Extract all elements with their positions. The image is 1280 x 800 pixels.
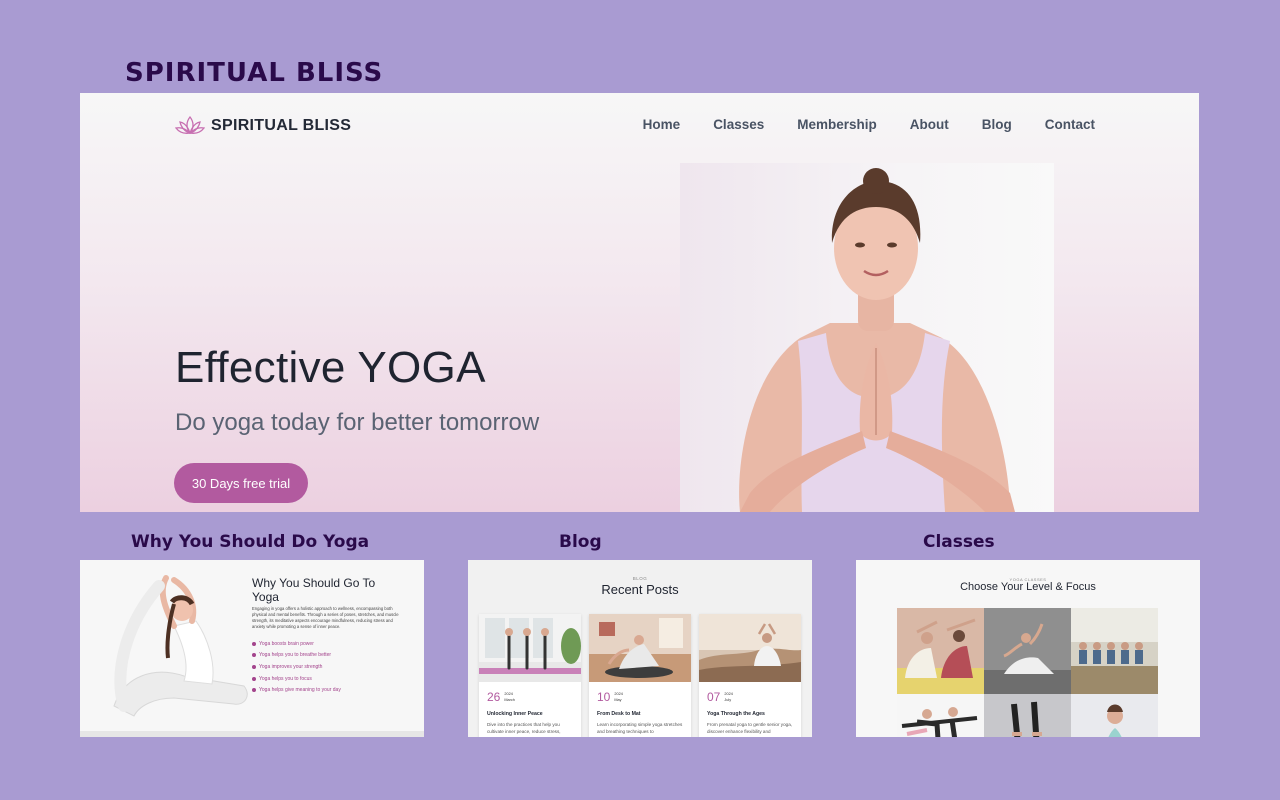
classes-card: YOGA CLASSES Choose Your Level & Focus [856, 560, 1200, 737]
post-image [699, 614, 801, 682]
caption-classes: Classes [923, 532, 995, 552]
class-tile-image[interactable] [984, 694, 1071, 737]
class-tile-image[interactable] [984, 608, 1071, 694]
check-icon [252, 641, 256, 646]
post-excerpt: Learn incorporating simple yoga stretche… [597, 722, 683, 734]
hero-subheadline: Do yoga today for better tomorrow [175, 409, 540, 436]
card-divider [80, 731, 424, 737]
nav-contact[interactable]: Contact [1045, 117, 1095, 132]
blog-post-card[interactable]: 26 2024 March Unlocking Inner Peace Dive … [479, 614, 581, 737]
lotus-icon [175, 115, 205, 135]
class-tile-image[interactable] [1071, 608, 1158, 694]
why-body-text: Engaging in yoga offers a holistic appro… [252, 606, 399, 629]
post-title[interactable]: Unlocking Inner Peace [487, 711, 543, 717]
classes-title: Choose Your Level & Focus [960, 581, 1096, 593]
blog-card: BLOG Recent Posts 26 2024 March Unlocking… [468, 560, 812, 737]
post-title[interactable]: From Desk to Mat [597, 711, 641, 717]
nav-membership[interactable]: Membership [797, 117, 877, 132]
class-tile-image[interactable] [1071, 694, 1158, 737]
main-menu: Home Classes Membership About Blog Conta… [643, 117, 1095, 132]
post-excerpt: From prenatal yoga to gentle senior yoga… [707, 722, 793, 734]
why-yoga-card: Why You Should Go To Yoga Engaging in yo… [80, 560, 424, 737]
hero-yoga-woman-image [680, 163, 1054, 512]
post-date: 26 2024 March [487, 690, 515, 704]
list-item: Yoga improves your strength [252, 661, 341, 673]
post-excerpt: Dive into the practices that help you cu… [487, 722, 561, 734]
list-item: Yoga helps you to breathe better [252, 650, 341, 662]
post-image [589, 614, 691, 682]
blog-eyebrow: BLOG [632, 576, 648, 581]
showcase-title: SPIRITUAL BLISS [125, 58, 384, 88]
blog-post-card[interactable]: 07 2024 July Yoga Through the Ages From p… [699, 614, 801, 737]
list-item: Yoga boosts brain power [252, 638, 341, 650]
class-tile-image[interactable] [897, 608, 984, 694]
hero-headline: Effective YOGA [175, 343, 486, 392]
check-icon [252, 664, 256, 669]
yoga-pose-image [104, 566, 254, 726]
top-navbar: SPIRITUAL BLISS Home Classes Membership … [80, 93, 1199, 157]
nav-blog[interactable]: Blog [982, 117, 1012, 132]
post-date: 07 2024 July [707, 690, 733, 704]
post-date: 10 2024 May [597, 690, 623, 704]
blog-title: Recent Posts [601, 582, 679, 597]
post-title[interactable]: Yoga Through the Ages [707, 711, 765, 717]
nav-about[interactable]: About [910, 117, 949, 132]
nav-classes[interactable]: Classes [713, 117, 764, 132]
list-item: Yoga helps give meaning to your day [252, 684, 341, 696]
nav-home[interactable]: Home [643, 117, 681, 132]
brand-name: SPIRITUAL BLISS [211, 117, 352, 134]
classes-grid [897, 608, 1158, 737]
benefits-list: Yoga boosts brain power Yoga helps you t… [252, 638, 341, 696]
post-image [479, 614, 581, 682]
hero-section: SPIRITUAL BLISS Home Classes Membership … [80, 93, 1199, 512]
brand-logo[interactable]: SPIRITUAL BLISS [175, 115, 351, 137]
class-tile-image[interactable] [897, 694, 984, 737]
check-icon [252, 653, 256, 658]
why-title: Why You Should Go To Yoga [252, 576, 376, 604]
check-icon [252, 676, 256, 681]
list-item: Yoga helps you to focus [252, 673, 341, 685]
blog-post-card[interactable]: 10 2024 May From Desk to Mat Learn incorp… [589, 614, 691, 737]
caption-blog: Blog [559, 532, 602, 552]
caption-why-yoga: Why You Should Do Yoga [131, 532, 370, 552]
check-icon [252, 688, 256, 693]
free-trial-button[interactable]: 30 Days free trial [174, 463, 308, 503]
